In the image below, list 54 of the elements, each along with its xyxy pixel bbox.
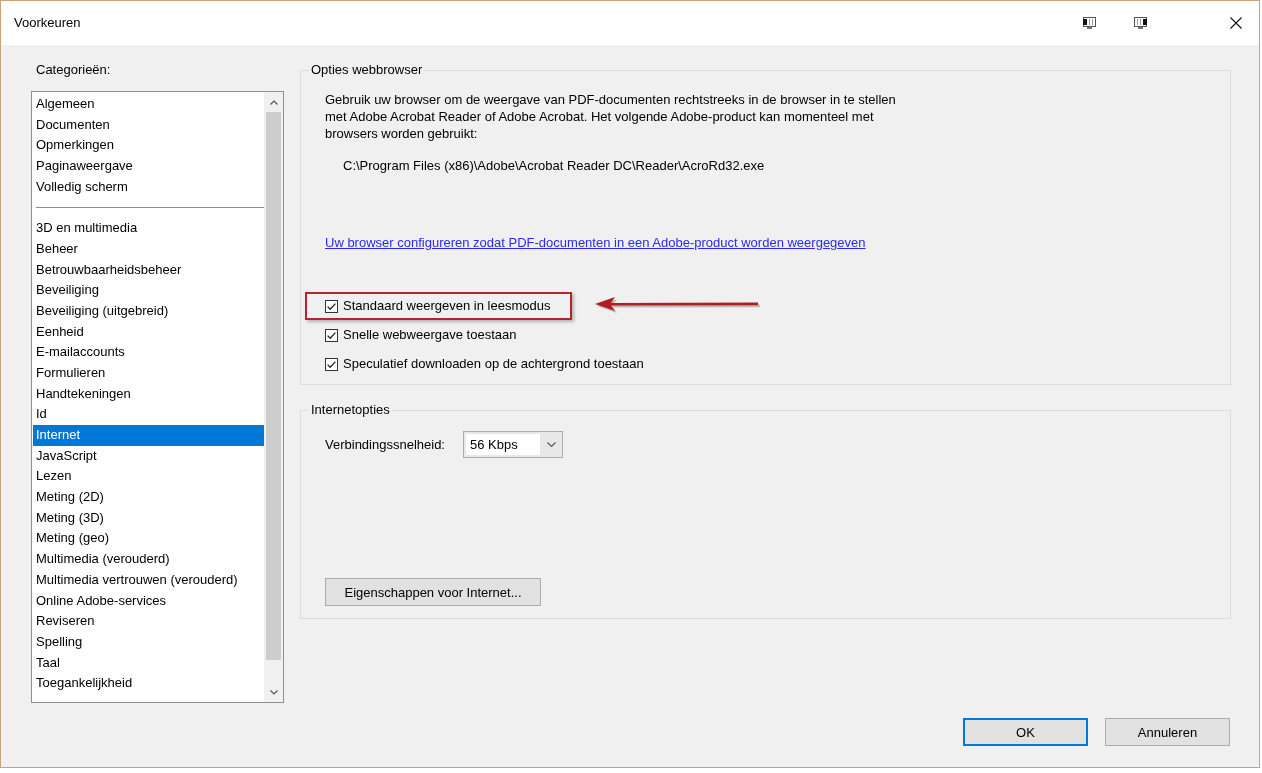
categories-label: Categorieën: bbox=[35, 62, 111, 78]
category-item[interactable]: Spelling bbox=[33, 631, 264, 653]
checkbox[interactable] bbox=[325, 357, 338, 371]
category-item[interactable]: Handtekeningen bbox=[33, 383, 264, 405]
speed-dropdown[interactable]: 56 Kbps bbox=[463, 431, 563, 458]
checkbox-label[interactable]: Speculatief downloaden op de achtergrond toestaan bbox=[343, 356, 644, 372]
category-item[interactable]: 3D en multimedia bbox=[33, 218, 264, 239]
chevron-down-icon[interactable] bbox=[269, 689, 278, 695]
category-item[interactable]: Volledig scherm bbox=[33, 176, 264, 198]
category-item[interactable]: Toegankelijkheid bbox=[33, 673, 264, 694]
category-item[interactable]: Id bbox=[33, 404, 264, 425]
category-item[interactable]: E-mailaccounts bbox=[33, 342, 264, 363]
window-pane-icon[interactable] bbox=[1134, 17, 1147, 29]
category-item[interactable]: Meting (geo) bbox=[33, 528, 264, 550]
group-title: Internetopties bbox=[310, 402, 391, 418]
category-item[interactable]: Beveiliging bbox=[33, 280, 264, 301]
description-text: Gebruik uw browser om de weergave van PDF-documenten rechtstreeks in de browser in te stellen met Adobe Acrobat Reader of Adobe Acrobat. Het volgende Adobe-product kan momenteel met browsers worden gebruikt: bbox=[325, 91, 897, 142]
category-item[interactable]: Paginaweergave bbox=[33, 156, 264, 177]
checkbox[interactable] bbox=[325, 299, 338, 313]
category-item[interactable]: Reviseren bbox=[33, 611, 264, 632]
category-item[interactable]: Multimedia vertrouwen (verouderd) bbox=[33, 569, 264, 591]
category-item[interactable]: Online Adobe-services bbox=[33, 590, 264, 612]
category-item[interactable]: Meting (2D) bbox=[33, 487, 264, 508]
category-item[interactable]: Internet bbox=[33, 425, 264, 446]
category-item[interactable]: Algemeen bbox=[33, 94, 264, 115]
scrollbar-thumb[interactable] bbox=[266, 112, 281, 660]
category-item[interactable]: Lezen bbox=[33, 466, 264, 488]
window-title: Voorkeuren bbox=[14, 15, 81, 31]
group-title: Opties webbrowser bbox=[310, 62, 424, 78]
field-label: Verbindingssnelheid: bbox=[325, 436, 446, 453]
category-item[interactable]: Meting (3D) bbox=[33, 507, 264, 529]
category-item[interactable]: Eenheid bbox=[33, 321, 264, 343]
category-item[interactable]: JavaScript bbox=[33, 445, 264, 467]
chevron-up-icon[interactable] bbox=[269, 99, 278, 105]
caret-icon bbox=[546, 442, 556, 447]
checkbox-label[interactable]: Snelle webweergave toestaan bbox=[343, 327, 517, 343]
product-path-text: C:\Program Files (x86)\Adobe\Acrobat Reader DC\Reader\AcroRd32.exe bbox=[343, 157, 766, 174]
category-item[interactable]: Opmerkingen bbox=[33, 135, 264, 157]
category-item[interactable]: Formulieren bbox=[33, 362, 264, 384]
checkbox-label[interactable]: Standaard weergeven in leesmodus bbox=[343, 298, 551, 314]
checkbox[interactable] bbox=[325, 328, 338, 342]
scrollbar[interactable] bbox=[264, 92, 283, 702]
category-item[interactable]: Taal bbox=[33, 652, 264, 674]
category-item[interactable]: Multimedia (verouderd) bbox=[33, 549, 264, 570]
category-item[interactable]: Betrouwbaarheidsbeheer bbox=[33, 259, 264, 281]
close-icon bbox=[1230, 17, 1242, 29]
category-item[interactable]: Beheer bbox=[33, 238, 264, 260]
internet-properties-button[interactable]: Eigenschappen voor Internet... bbox=[325, 578, 541, 606]
dialog-button[interactable]: OK bbox=[963, 718, 1088, 746]
category-item[interactable]: Beveiliging (uitgebreid) bbox=[33, 300, 264, 322]
category-item[interactable]: Documenten bbox=[33, 114, 264, 136]
configure-browser-link[interactable]: Uw browser configureren zodat PDF-documenten in een Adobe-product worden weergegeven bbox=[325, 234, 866, 251]
dialog-button[interactable]: Annuleren bbox=[1105, 718, 1230, 746]
window-pane-icon[interactable] bbox=[1083, 17, 1096, 29]
